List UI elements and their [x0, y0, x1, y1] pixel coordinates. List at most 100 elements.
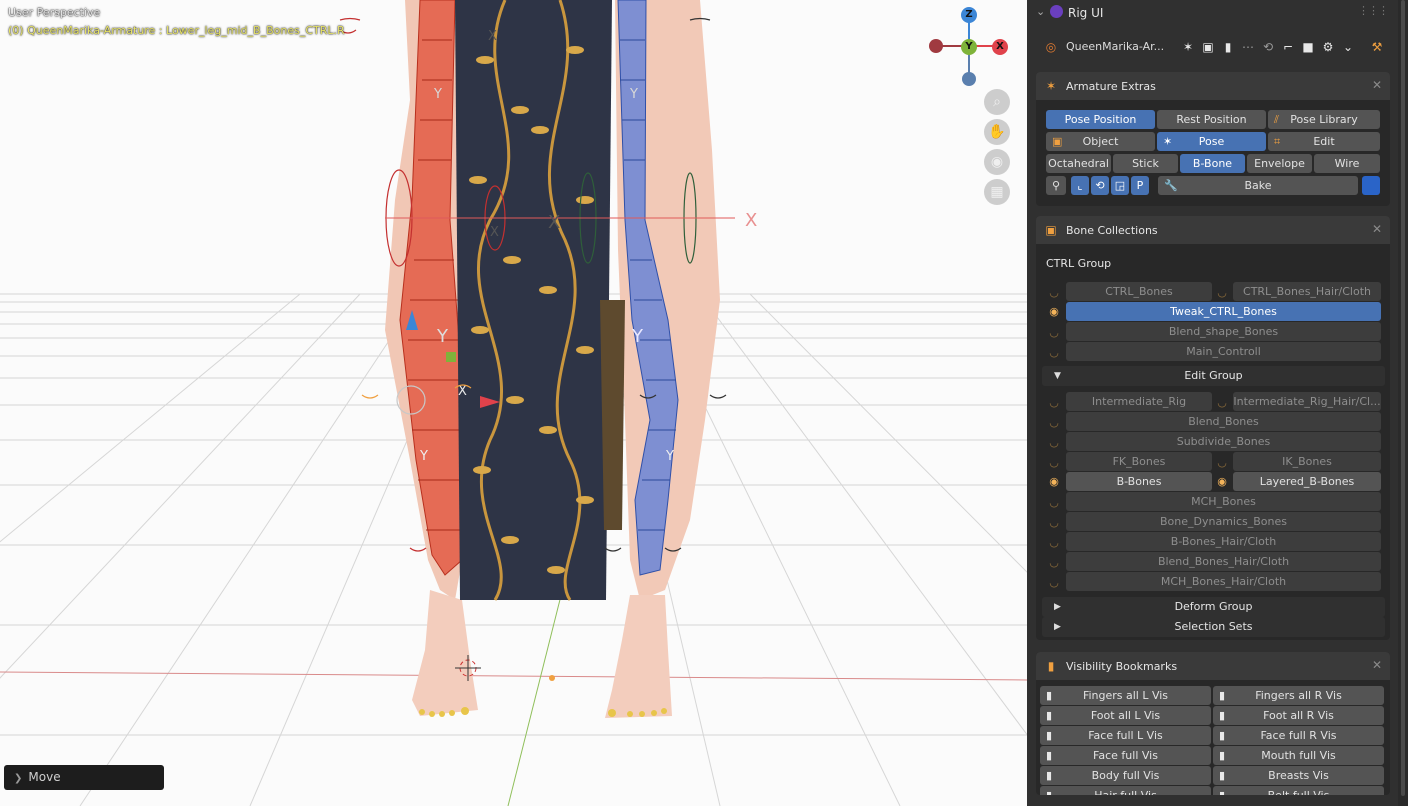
- bookmark-button[interactable]: ▮ Belt full Vis: [1213, 786, 1384, 795]
- bake-button[interactable]: 🔧 Bake: [1158, 176, 1358, 195]
- edit-mode-button[interactable]: ⌗ Edit: [1268, 132, 1380, 151]
- bone-chain-icon[interactable]: ⌐: [1281, 40, 1295, 54]
- drag-handle-icon[interactable]: ⋮⋮⋮: [1358, 4, 1389, 17]
- armature-extras-header[interactable]: ✶ Armature Extras ✕: [1036, 72, 1390, 100]
- deform-group-header[interactable]: ▶ Deform Group: [1042, 597, 1385, 617]
- b-bones-hair-toggle[interactable]: B-Bones_Hair/Cloth: [1066, 532, 1381, 551]
- constraint-icon[interactable]: ⟲: [1261, 40, 1275, 54]
- gizmo-z-axis[interactable]: Z: [961, 7, 977, 23]
- eye-closed-icon[interactable]: ◡: [1046, 515, 1062, 531]
- octahedral-display-button[interactable]: Octahedral: [1046, 154, 1111, 173]
- color-swatch-button[interactable]: [1362, 176, 1380, 195]
- eye-open-icon[interactable]: ◉: [1214, 474, 1230, 490]
- eye-closed-icon[interactable]: ◡: [1046, 455, 1062, 471]
- rig-ui-header[interactable]: ⌄ Rig UI ⋮⋮⋮: [1028, 0, 1398, 26]
- eye-closed-icon[interactable]: ◡: [1214, 455, 1230, 471]
- eye-closed-icon[interactable]: ◡: [1046, 575, 1062, 591]
- gizmo-x-axis[interactable]: X: [992, 39, 1008, 55]
- bookmark-button[interactable]: ▮ Mouth full Vis: [1213, 746, 1384, 765]
- edit-group-header[interactable]: ▼ Edit Group: [1042, 366, 1385, 386]
- b-bones-toggle[interactable]: B-Bones: [1066, 472, 1212, 491]
- close-icon[interactable]: ✕: [1372, 78, 1382, 92]
- layered-b-bones-toggle[interactable]: Layered_B-Bones: [1233, 472, 1381, 491]
- hand-icon[interactable]: ✋: [984, 119, 1010, 145]
- axes-icon[interactable]: ⌞: [1071, 176, 1089, 195]
- bone-dots-icon[interactable]: ⋯: [1241, 40, 1255, 54]
- ctrl-bones-hair-toggle[interactable]: CTRL_Bones_Hair/Cloth: [1233, 282, 1381, 301]
- bookmark-button[interactable]: ▮ Foot all R Vis: [1213, 706, 1384, 725]
- bookmark-button[interactable]: ▮ Breasts Vis: [1213, 766, 1384, 785]
- collection-box-icon[interactable]: ▣: [1201, 40, 1215, 54]
- bbone-display-button[interactable]: B-Bone: [1180, 154, 1245, 173]
- blend-bones-toggle[interactable]: Blend_Bones: [1066, 412, 1381, 431]
- bookmark-button[interactable]: ▮ Body full Vis: [1040, 766, 1211, 785]
- close-icon[interactable]: ✕: [1372, 222, 1382, 236]
- chevron-down-icon[interactable]: ⌄: [1036, 5, 1045, 18]
- eye-closed-icon[interactable]: ◡: [1046, 555, 1062, 571]
- 3d-viewport[interactable]: XXX X YY YY X YY User Perspective (0) Qu…: [0, 0, 1027, 806]
- visibility-bookmarks-header[interactable]: ▮ Visibility Bookmarks ✕: [1036, 652, 1390, 680]
- intermediate-rig-hair-toggle[interactable]: Intermediate_Rig_Hair/Cl...: [1233, 392, 1381, 411]
- rest-position-button[interactable]: Rest Position: [1157, 110, 1266, 129]
- parent-icon[interactable]: P: [1131, 176, 1149, 195]
- mch-bones-toggle[interactable]: MCH_Bones: [1066, 492, 1381, 511]
- pose-position-button[interactable]: Pose Position: [1046, 110, 1155, 129]
- navigation-gizmo[interactable]: Z X Y: [926, 6, 1016, 90]
- eye-closed-icon[interactable]: ◡: [1214, 285, 1230, 301]
- bone-collections-header[interactable]: ▣ Bone Collections ✕: [1036, 216, 1390, 244]
- eye-closed-icon[interactable]: ◡: [1046, 345, 1062, 361]
- scale-icon[interactable]: ◲: [1111, 176, 1129, 195]
- camera-icon[interactable]: ◉: [984, 149, 1010, 175]
- eye-closed-icon[interactable]: ◡: [1046, 325, 1062, 341]
- eye-closed-icon[interactable]: ◡: [1046, 415, 1062, 431]
- tweak-ctrl-bones-toggle[interactable]: Tweak_CTRL_Bones: [1066, 302, 1381, 321]
- pose-mode-button[interactable]: ✶ Pose: [1157, 132, 1266, 151]
- gear-icon[interactable]: ⚙: [1321, 40, 1335, 54]
- ctrl-bones-toggle[interactable]: CTRL_Bones: [1066, 282, 1212, 301]
- rect-select-icon[interactable]: ■: [1301, 40, 1315, 54]
- eye-closed-icon[interactable]: ◡: [1046, 535, 1062, 551]
- bookmark-button[interactable]: ▮ Fingers all R Vis: [1213, 686, 1384, 705]
- bookmark-button[interactable]: ▮ Face full R Vis: [1213, 726, 1384, 745]
- bookmark-button[interactable]: ▮ Fingers all L Vis: [1040, 686, 1211, 705]
- bookmark-button[interactable]: ▮ Face full Vis: [1040, 746, 1211, 765]
- bookmark-button[interactable]: ▮ Face full L Vis: [1040, 726, 1211, 745]
- ik-bones-toggle[interactable]: IK_Bones: [1233, 452, 1381, 471]
- intermediate-rig-toggle[interactable]: Intermediate_Rig: [1066, 392, 1212, 411]
- eye-open-icon[interactable]: ◉: [1046, 474, 1062, 490]
- close-icon[interactable]: ✕: [1372, 658, 1382, 672]
- gizmo-neg-x-axis[interactable]: [929, 39, 943, 53]
- armature-icon[interactable]: ✶: [1181, 40, 1195, 54]
- gizmo-y-axis[interactable]: Y: [961, 39, 977, 55]
- mch-bones-hair-toggle[interactable]: MCH_Bones_Hair/Cloth: [1066, 572, 1381, 591]
- selection-sets-header[interactable]: ▶ Selection Sets: [1042, 617, 1385, 637]
- bookmark-button[interactable]: ▮ Hair full Vis: [1040, 786, 1211, 795]
- viewport-scene[interactable]: X X X X Y Y Y Y X Y Y: [0, 0, 1027, 806]
- stick-display-button[interactable]: Stick: [1113, 154, 1178, 173]
- sidebar-scrollbar[interactable]: [1398, 0, 1408, 806]
- bone-dynamics-bones-toggle[interactable]: Bone_Dynamics_Bones: [1066, 512, 1381, 531]
- operator-panel-move[interactable]: ❯ Move: [4, 765, 164, 790]
- eye-open-icon[interactable]: ◉: [1046, 304, 1062, 320]
- chevron-down-icon[interactable]: ⌄: [1341, 40, 1355, 54]
- eye-closed-icon[interactable]: ◡: [1046, 495, 1062, 511]
- zoom-icon[interactable]: ⌕: [984, 89, 1010, 115]
- fk-bones-toggle[interactable]: FK_Bones: [1066, 452, 1212, 471]
- object-name[interactable]: QueenMarika-Ar...: [1066, 40, 1164, 53]
- main-controll-toggle[interactable]: Main_Controll: [1066, 342, 1381, 361]
- wire-display-button[interactable]: Wire: [1314, 154, 1380, 173]
- tools-icon[interactable]: ⚒: [1370, 40, 1384, 54]
- pose-library-button[interactable]: ⫽ Pose Library: [1268, 110, 1380, 129]
- rotate-icon[interactable]: ⟲: [1091, 176, 1109, 195]
- scrollbar-thumb[interactable]: [1401, 0, 1405, 796]
- bone-key-icon[interactable]: ⚲: [1046, 176, 1066, 195]
- gizmo-neg-z-axis[interactable]: [962, 72, 976, 86]
- eye-closed-icon[interactable]: ◡: [1046, 395, 1062, 411]
- blend-shape-bones-toggle[interactable]: Blend_shape_Bones: [1066, 322, 1381, 341]
- eye-closed-icon[interactable]: ◡: [1046, 285, 1062, 301]
- eye-closed-icon[interactable]: ◡: [1214, 395, 1230, 411]
- grid-icon[interactable]: ▦: [984, 179, 1010, 205]
- bookmark-icon[interactable]: ▮: [1221, 40, 1235, 54]
- bookmark-button[interactable]: ▮ Foot all L Vis: [1040, 706, 1211, 725]
- object-mode-button[interactable]: ▣ Object: [1046, 132, 1155, 151]
